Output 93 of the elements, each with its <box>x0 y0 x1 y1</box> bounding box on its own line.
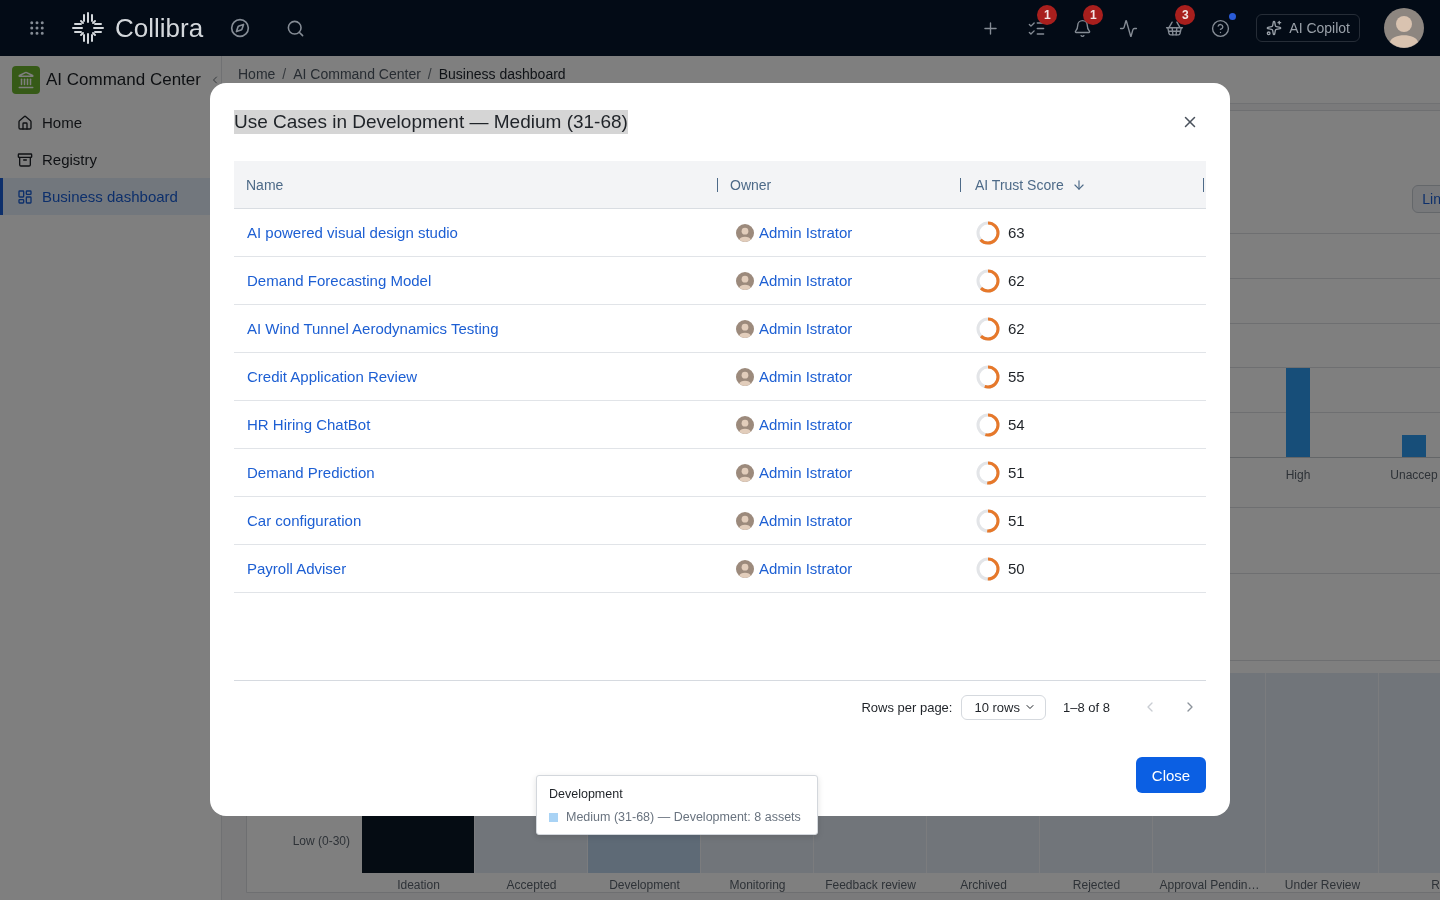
axis-label: Approval Pendin… <box>1158 878 1261 892</box>
grid-dots-icon <box>28 19 46 37</box>
use-case-link[interactable]: Credit Application Review <box>247 368 418 385</box>
owner-link[interactable]: Admin Istrator <box>759 464 853 481</box>
copilot-button[interactable]: AI Copilot <box>1256 14 1360 42</box>
use-case-link[interactable]: Payroll Adviser <box>247 560 347 577</box>
owner-link[interactable]: Admin Istrator <box>759 512 853 529</box>
heatmap-row-label: Low (0-30) <box>291 834 351 848</box>
axis-label: High <box>1284 468 1312 482</box>
breadcrumb-separator: / <box>282 66 287 82</box>
tooltip-entry: Medium (31-68) — Development: 8 assets <box>566 809 801 826</box>
breadcrumb-link[interactable]: Business dashboard <box>438 66 566 82</box>
use-case-link[interactable]: HR Hiring ChatBot <box>247 416 371 433</box>
pulse-icon <box>1118 18 1138 38</box>
notifications-button[interactable]: 1 <box>1066 5 1105 51</box>
home-icon <box>17 114 33 131</box>
search-icon <box>285 18 305 38</box>
person-avatar-icon <box>736 367 754 386</box>
trust-score: 55 <box>1008 368 1025 385</box>
person-avatar-icon <box>736 559 754 578</box>
brand-name: Collibra <box>115 12 204 44</box>
owner-link[interactable]: Admin Istrator <box>759 560 853 577</box>
owner-link[interactable]: Admin Istrator <box>759 272 853 289</box>
axis-label: R <box>1430 878 1440 892</box>
use-case-link[interactable]: Demand Forecasting Model <box>247 272 432 289</box>
count-badge: 3 <box>1175 5 1196 25</box>
axis-label: Under Review <box>1283 878 1362 892</box>
trust-score-ring-icon <box>976 268 1000 293</box>
person-avatar-icon <box>736 223 754 242</box>
page-range: 1–8 of 8 <box>1063 699 1110 715</box>
bell-icon <box>1072 18 1092 38</box>
tasks-button[interactable]: 1 <box>1020 5 1059 51</box>
trust-score: 63 <box>1008 224 1025 241</box>
person-avatar-icon <box>736 415 754 434</box>
use-case-link[interactable]: Car configuration <box>247 512 362 529</box>
axis-label: Ideation <box>396 878 441 892</box>
trust-score-ring-icon <box>976 412 1000 437</box>
owner-link[interactable]: Admin Istrator <box>759 224 853 241</box>
trust-score: 62 <box>1008 320 1025 337</box>
sidebar-title: AI Command Center <box>46 70 202 90</box>
sidebar-item[interactable]: Home <box>0 104 221 141</box>
person-avatar-icon <box>736 271 754 290</box>
axis-label: Rejected <box>1071 878 1122 892</box>
landmark-icon <box>12 66 40 94</box>
use-case-link[interactable]: Demand Prediction <box>247 464 375 481</box>
archive-box-icon <box>17 151 33 168</box>
person-avatar-icon <box>736 463 754 482</box>
modal-title: Use Cases in Development — Medium (31-68) <box>234 110 628 134</box>
sparkle-icon <box>1266 20 1283 36</box>
trust-score: 50 <box>1008 560 1025 577</box>
owner-link[interactable]: Admin Istrator <box>759 416 853 433</box>
person-avatar-icon <box>736 511 754 530</box>
axis-label: Archived <box>959 878 1008 892</box>
compass-icon <box>230 18 251 38</box>
owner-link[interactable]: Admin Istrator <box>759 320 853 337</box>
rows-per-page-select[interactable]: 10 rows <box>961 694 1046 720</box>
axis-label: Monitoring <box>728 878 787 892</box>
trust-score: 62 <box>1008 272 1025 289</box>
count-badge: 1 <box>1037 5 1058 25</box>
axis-label: Feedback review <box>824 878 917 892</box>
help-icon <box>1210 18 1230 38</box>
close-button[interactable]: Close <box>1136 757 1206 793</box>
use-case-link[interactable]: AI Wind Tunnel Aerodynamics Testing <box>247 320 499 337</box>
rows-per-page-label: Rows per page: <box>861 699 953 715</box>
trust-score-ring-icon <box>976 220 1000 245</box>
trust-score: 54 <box>1008 416 1025 433</box>
column-header[interactable]: Owner <box>718 161 961 208</box>
owner-link[interactable]: Admin Istrator <box>759 368 853 385</box>
breadcrumb-link[interactable]: AI Command Center <box>293 66 421 82</box>
dashboard-icon <box>17 188 33 205</box>
tooltip-title: Development <box>549 786 624 803</box>
trust-score: 51 <box>1008 512 1025 529</box>
trust-score-ring-icon <box>976 556 1000 581</box>
axis-label: Unaccep <box>1389 468 1439 482</box>
trust-score-ring-icon <box>976 460 1000 485</box>
trust-score-ring-icon <box>976 364 1000 389</box>
count-badge: 1 <box>1083 5 1104 25</box>
profile-avatar-icon[interactable] <box>1384 8 1424 48</box>
breadcrumb-separator: / <box>427 66 432 82</box>
axis-label: Accepted <box>505 878 558 892</box>
breadcrumb-link[interactable]: Home <box>238 66 276 82</box>
trust-score-ring-icon <box>976 508 1000 533</box>
use-case-link[interactable]: AI powered visual design studio <box>247 224 458 241</box>
trust-score: 51 <box>1008 464 1025 481</box>
sidebar-item[interactable]: Registry <box>0 141 221 178</box>
column-header[interactable]: Name <box>234 161 718 208</box>
person-avatar-icon <box>736 319 754 338</box>
logo-icon <box>72 12 104 44</box>
basket-button[interactable]: 3 <box>1158 5 1197 51</box>
column-header[interactable]: AI Trust Score <box>961 161 1206 208</box>
axis-label: Development <box>608 878 681 892</box>
chart-bar <box>1402 435 1426 457</box>
trust-score-ring-icon <box>976 316 1000 341</box>
